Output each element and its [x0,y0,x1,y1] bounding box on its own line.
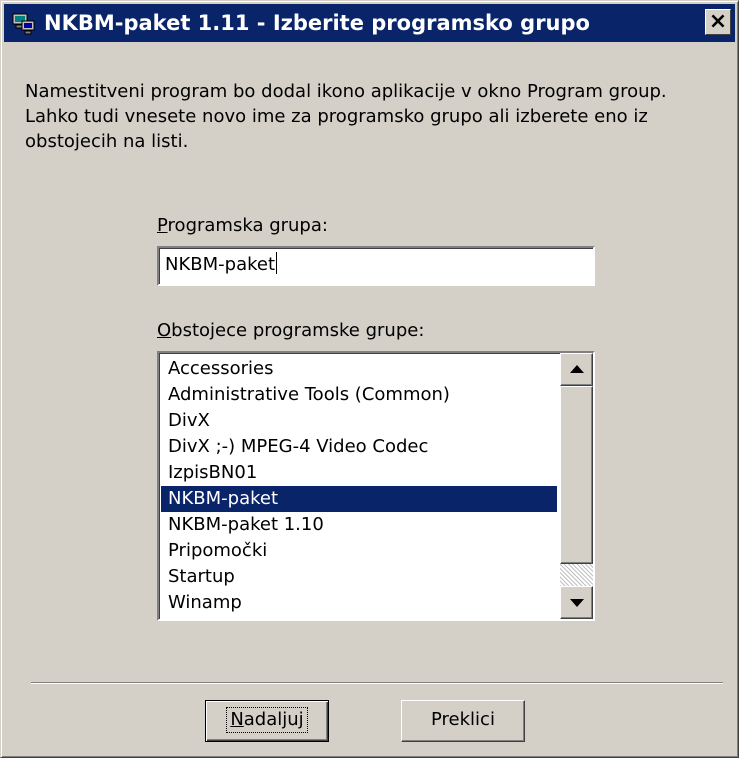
list-item[interactable]: DivX [161,408,557,434]
scroll-thumb[interactable] [560,386,593,564]
list-item[interactable]: Administrative Tools (Common) [161,382,557,408]
existing-groups-label-mnemonic: O [157,320,172,341]
vertical-scrollbar[interactable] [560,353,593,619]
list-item[interactable]: NKBM-paket 1.10 [161,512,557,538]
list-item[interactable]: NKBM-paket [161,486,557,512]
existing-groups-label-text: bstojece programske grupe: [171,320,425,341]
program-group-value: NKBM-paket [165,254,276,275]
separator-line [31,682,723,684]
program-group-label-text: rogramska grupa: [167,215,328,236]
list-item[interactable]: Winamp [161,590,557,616]
setup-computer-icon [12,13,35,35]
next-button-focus: Nadaljuj [226,707,308,733]
next-button[interactable]: Nadaljuj [205,700,329,742]
program-group-label: Programska grupa: [157,215,328,236]
existing-groups-label: Obstojece programske grupe: [157,320,424,341]
existing-groups-listbox[interactable]: Accessories Administrative Tools (Common)… [157,351,595,621]
scroll-track[interactable] [560,564,593,586]
dialog-window: NKBM-paket 1.11 - Izberite programsko gr… [0,0,739,758]
arrow-down-icon [570,599,584,607]
close-button[interactable]: × [705,9,731,35]
scroll-up-button[interactable] [560,353,593,386]
scroll-down-button[interactable] [560,586,593,619]
list-item[interactable]: Pripomočki [161,538,557,564]
list-item[interactable]: DivX ;-) MPEG-4 Video Codec [161,434,557,460]
title-bar[interactable]: NKBM-paket 1.11 - Izberite programsko gr… [4,4,735,42]
next-button-label: adaljuj [243,709,304,730]
cancel-button[interactable]: Preklici [401,700,525,742]
text-caret [276,252,278,274]
window-title: NKBM-paket 1.11 - Izberite programsko gr… [44,11,590,35]
list-item[interactable]: Startup [161,564,557,590]
list-items: Accessories Administrative Tools (Common)… [161,356,557,616]
list-item[interactable]: IzpisBN01 [161,460,557,486]
program-group-label-mnemonic: P [157,215,168,236]
arrow-up-icon [570,365,584,373]
instruction-text: Namestitveni program bo dodal ikono apli… [25,81,667,152]
program-group-input[interactable]: NKBM-paket [157,246,595,286]
list-item[interactable]: Accessories [161,356,557,382]
next-button-mnemonic: N [230,709,244,730]
